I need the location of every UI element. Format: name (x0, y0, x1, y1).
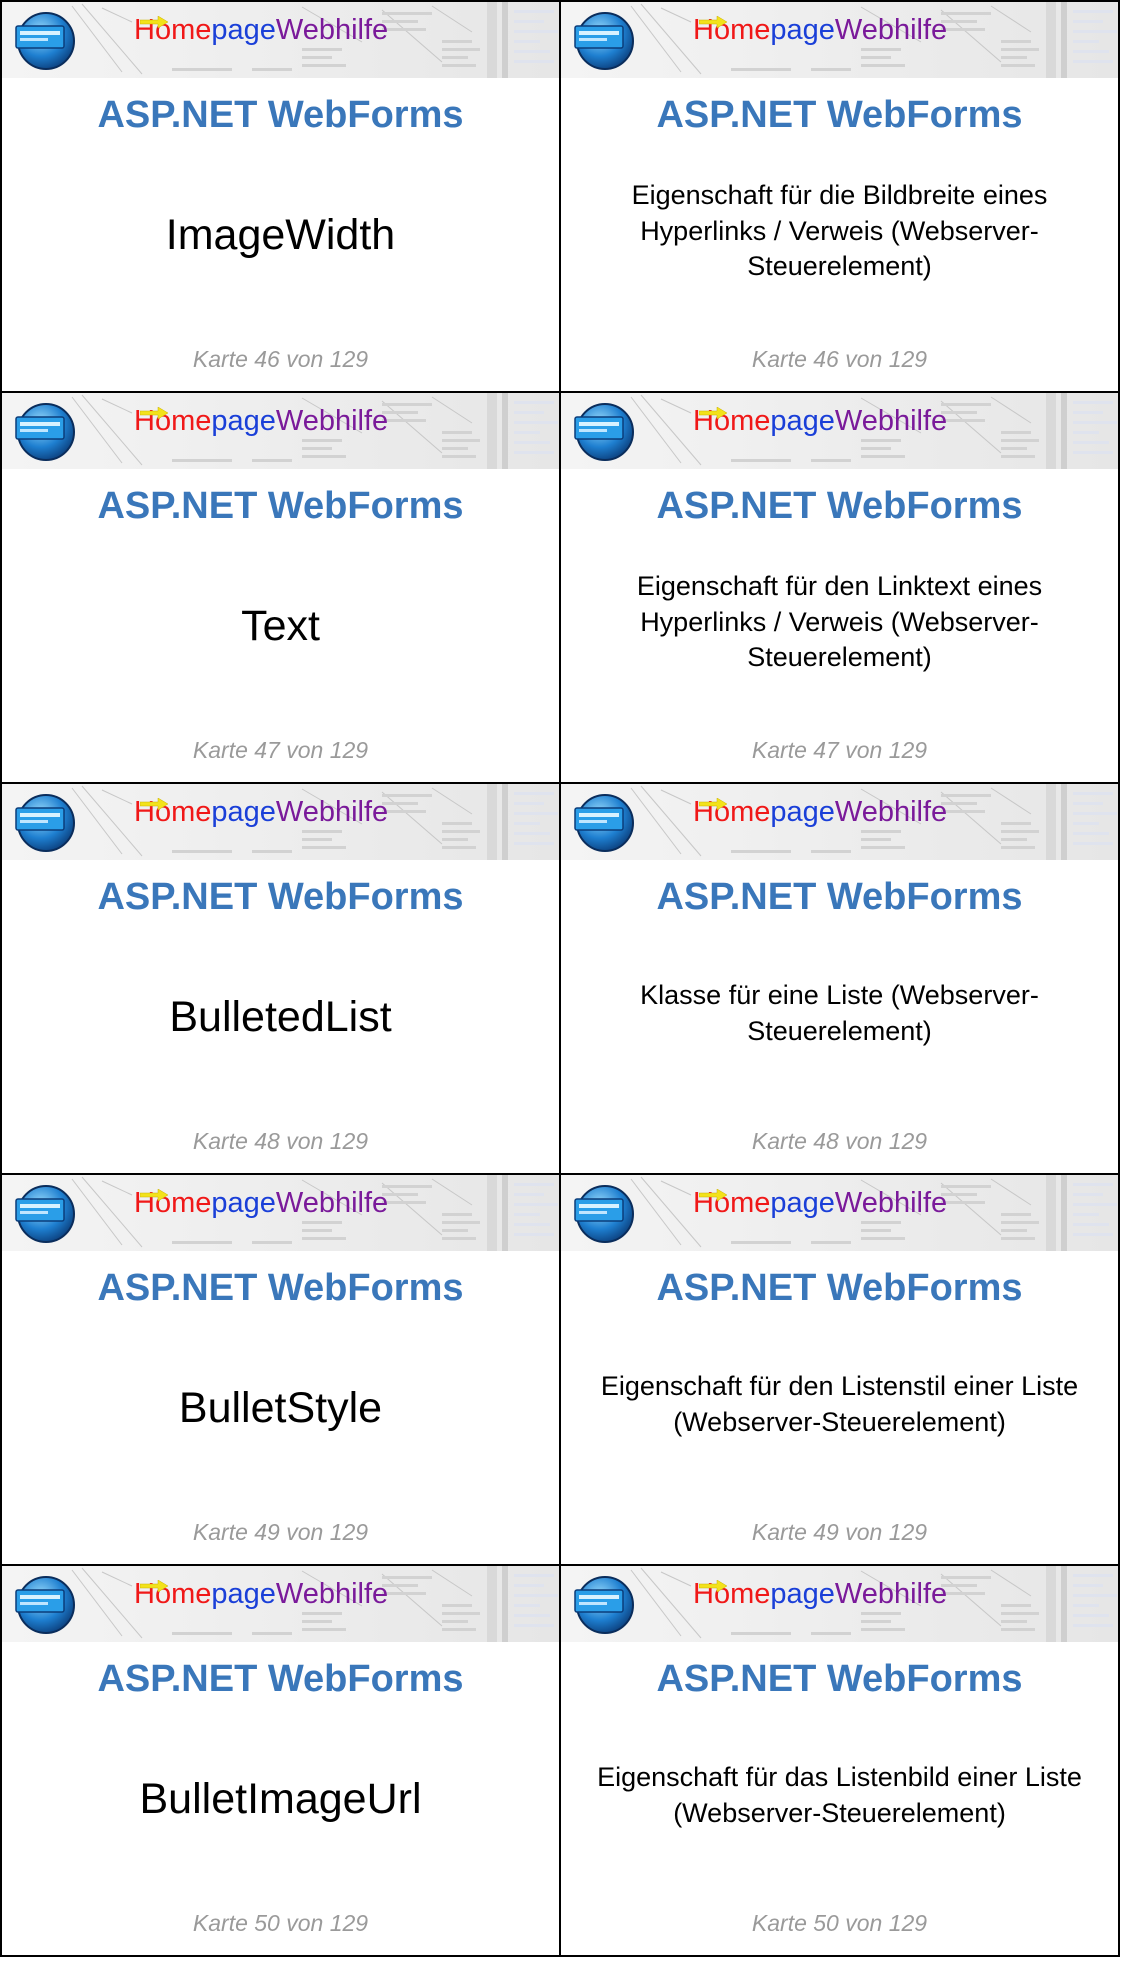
card-term: Text (241, 602, 320, 650)
arrow-icon (140, 798, 168, 810)
banner: Homepage Webhilfe (561, 1175, 1118, 1251)
flashcard-front: Homepage Webhilfe ASP.NET WebForms BulletS… (2, 1175, 561, 1566)
arrow-icon (699, 1189, 727, 1201)
card-term: BulletedList (169, 993, 392, 1041)
flashcard-front: Homepage Webhilfe ASP.NET WebForms BulletI… (2, 1566, 561, 1957)
flashcard-sheet: Homepage Webhilfe ASP.NET WebForms ImageWi… (0, 0, 1123, 1964)
banner: Homepage Webhilfe (561, 393, 1118, 469)
logo-webhilfe-word: Webhilfe (275, 405, 389, 437)
homepage-webhilfe-logo: Homepage Webhilfe (693, 407, 947, 436)
card-definition: Eigenschaft für den Linktext eines Hyper… (636, 570, 1043, 673)
card-title: ASP.NET WebForms (656, 876, 1023, 918)
logo-page-part: page (211, 1578, 276, 1610)
banner: Homepage Webhilfe (2, 784, 559, 860)
card-number-label: Karte 46 von 129 (751, 346, 928, 372)
card-term: BulletStyle (178, 1384, 383, 1432)
flashcard-back: Homepage Webhilfe ASP.NET WebForms Klasse … (561, 784, 1120, 1175)
homepage-webhilfe-logo: Homepage Webhilfe (134, 1189, 388, 1218)
logo-page-part: page (211, 796, 276, 828)
homepage-webhilfe-logo: Homepage Webhilfe (693, 798, 947, 827)
card-definition-box: Eigenschaft für die Bildbreite eines Hyp… (581, 180, 1098, 282)
homepage-webhilfe-logo: Homepage Webhilfe (134, 407, 388, 436)
card-title: ASP.NET WebForms (97, 1658, 464, 1700)
card-grid: Homepage Webhilfe ASP.NET WebForms ImageWi… (0, 0, 1120, 1957)
arrow-icon (140, 16, 168, 28)
banner: Homepage Webhilfe (2, 1566, 559, 1642)
arrow-icon (699, 407, 727, 419)
card-definition-box: Klasse für eine Liste (Webserver-Steuere… (581, 964, 1098, 1063)
homepage-webhilfe-logo: Homepage Webhilfe (134, 16, 388, 45)
banner: Homepage Webhilfe (2, 393, 559, 469)
card-title: ASP.NET WebForms (97, 94, 464, 136)
arrow-icon (699, 16, 727, 28)
logo-webhilfe-word: Webhilfe (834, 796, 948, 828)
card-definition: Eigenschaft für den Listenstil einer Lis… (600, 1370, 1079, 1437)
homepage-webhilfe-logo: Homepage Webhilfe (693, 16, 947, 45)
flashcard-back: Homepage Webhilfe ASP.NET WebForms Eigensc… (561, 1175, 1120, 1566)
card-number-label: Karte 47 von 129 (192, 737, 369, 763)
card-definition-box: Eigenschaft für den Listenstil einer Lis… (581, 1355, 1098, 1454)
logo-page-part: page (211, 14, 276, 46)
banner: Homepage Webhilfe (561, 784, 1118, 860)
flashcard-back: Homepage Webhilfe ASP.NET WebForms Eigensc… (561, 1566, 1120, 1957)
banner: Homepage Webhilfe (2, 1175, 559, 1251)
card-number-label: Karte 49 von 129 (751, 1519, 928, 1545)
arrow-icon (140, 1189, 168, 1201)
card-definition: Eigenschaft für das Listenbild einer Lis… (597, 1761, 1082, 1828)
card-title: ASP.NET WebForms (97, 1267, 464, 1309)
flashcard-front: Homepage Webhilfe ASP.NET WebForms Bullete… (2, 784, 561, 1175)
logo-page-part: page (211, 1187, 276, 1219)
logo-webhilfe-word: Webhilfe (275, 14, 389, 46)
banner: Homepage Webhilfe (561, 1566, 1118, 1642)
card-title: ASP.NET WebForms (656, 1267, 1023, 1309)
card-number-label: Karte 46 von 129 (192, 346, 369, 372)
card-definition-box: Eigenschaft für den Linktext eines Hyper… (581, 571, 1098, 673)
homepage-webhilfe-logo: Homepage Webhilfe (693, 1580, 947, 1609)
card-title: ASP.NET WebForms (656, 94, 1023, 136)
arrow-icon (140, 1580, 168, 1592)
logo-page-part: page (770, 405, 835, 437)
card-definition-box: Eigenschaft für das Listenbild einer Lis… (581, 1746, 1098, 1845)
logo-page-part: page (770, 1187, 835, 1219)
logo-page-part: page (770, 14, 835, 46)
card-term: ImageWidth (165, 211, 396, 259)
homepage-webhilfe-logo: Homepage Webhilfe (134, 798, 388, 827)
card-title: ASP.NET WebForms (656, 485, 1023, 527)
logo-webhilfe-word: Webhilfe (275, 1578, 389, 1610)
card-definition: Eigenschaft für die Bildbreite eines Hyp… (631, 179, 1048, 282)
homepage-webhilfe-logo: Homepage Webhilfe (693, 1189, 947, 1218)
logo-page-part: page (211, 405, 276, 437)
card-number-label: Karte 47 von 129 (751, 737, 928, 763)
card-number-label: Karte 50 von 129 (751, 1910, 928, 1936)
flashcard-back: Homepage Webhilfe ASP.NET WebForms Eigensc… (561, 2, 1120, 393)
card-number-label: Karte 50 von 129 (192, 1910, 369, 1936)
card-number-label: Karte 48 von 129 (192, 1128, 369, 1154)
logo-webhilfe-word: Webhilfe (275, 796, 389, 828)
logo-page-part: page (770, 796, 835, 828)
flashcard-front: Homepage Webhilfe ASP.NET WebForms Text Kar… (2, 393, 561, 784)
card-title: ASP.NET WebForms (97, 485, 464, 527)
arrow-icon (699, 798, 727, 810)
card-number-label: Karte 48 von 129 (751, 1128, 928, 1154)
logo-webhilfe-word: Webhilfe (834, 1187, 948, 1219)
flashcard-back: Homepage Webhilfe ASP.NET WebForms Eigensc… (561, 393, 1120, 784)
arrow-icon (699, 1580, 727, 1592)
card-definition: Klasse für eine Liste (Webserver-Steuere… (640, 979, 1039, 1046)
logo-webhilfe-word: Webhilfe (834, 405, 948, 437)
arrow-icon (140, 407, 168, 419)
logo-webhilfe-word: Webhilfe (275, 1187, 389, 1219)
logo-webhilfe-word: Webhilfe (834, 1578, 948, 1610)
banner: Homepage Webhilfe (2, 2, 559, 78)
card-number-label: Karte 49 von 129 (192, 1519, 369, 1545)
banner: Homepage Webhilfe (561, 2, 1118, 78)
logo-webhilfe-word: Webhilfe (834, 14, 948, 46)
logo-page-part: page (770, 1578, 835, 1610)
homepage-webhilfe-logo: Homepage Webhilfe (134, 1580, 388, 1609)
flashcard-front: Homepage Webhilfe ASP.NET WebForms ImageWi… (2, 2, 561, 393)
card-term: BulletImageUrl (139, 1775, 422, 1823)
card-title: ASP.NET WebForms (97, 876, 464, 918)
card-title: ASP.NET WebForms (656, 1658, 1023, 1700)
